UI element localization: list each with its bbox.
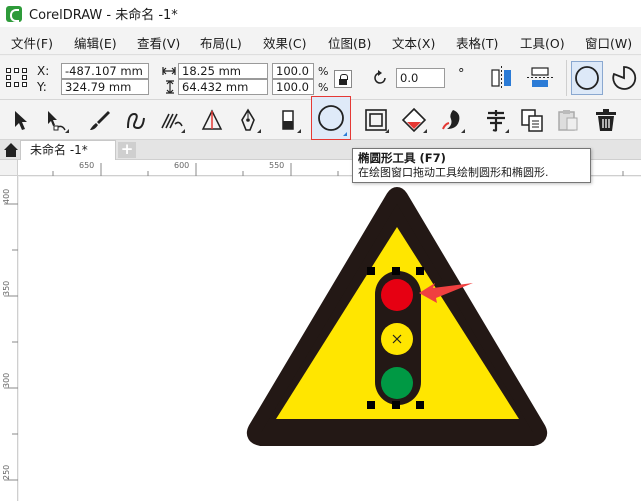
- menu-bitmaps[interactable]: 位图(B): [328, 33, 371, 52]
- shape-tool[interactable]: [40, 104, 72, 136]
- add-tab-button[interactable]: +: [118, 142, 136, 158]
- delete-tool[interactable]: [590, 104, 622, 136]
- menu-text[interactable]: 文本(X): [392, 33, 435, 52]
- property-bar: X: Y: -487.107 mm 324.79 mm 18.25 mm 64.…: [0, 56, 641, 100]
- mirror-vertical-icon[interactable]: [527, 66, 553, 90]
- ruler-origin[interactable]: [0, 160, 18, 176]
- drawing-canvas[interactable]: [19, 177, 641, 501]
- mirror-horizontal-icon[interactable]: [489, 66, 515, 90]
- ruler-v-label: 250: [2, 464, 11, 480]
- toolbox: [0, 96, 641, 140]
- ruler-h-label: 550: [269, 161, 285, 170]
- width-field[interactable]: 18.25 mm: [178, 63, 268, 79]
- vertical-ruler-ticks: [4, 203, 18, 481]
- ellipse-tool-tooltip: 椭圆形工具 (F7) 在绘图窗口拖动工具绘制圆形和椭圆形.: [352, 148, 591, 183]
- artistic-media-icon: [90, 111, 110, 130]
- copy-properties-icon: [521, 109, 543, 132]
- menu-edit[interactable]: 编辑(E): [74, 33, 117, 52]
- lock-ratio-icon[interactable]: [334, 70, 352, 88]
- traffic-sign-artwork: [246, 187, 548, 446]
- scale-width-field[interactable]: 100.0: [272, 63, 314, 79]
- menu-table[interactable]: 表格(T): [456, 33, 498, 52]
- home-icon[interactable]: [3, 142, 19, 158]
- height-field[interactable]: 64.432 mm: [178, 79, 268, 95]
- ruler-h-label: 650: [79, 161, 95, 170]
- ellipse-mode-button[interactable]: [571, 61, 603, 95]
- dimension-icon: [201, 109, 223, 130]
- pick-tool-icon: [15, 111, 27, 130]
- green-light[interactable]: [381, 367, 413, 399]
- menu-window[interactable]: 窗口(W): [585, 33, 632, 52]
- tab-document[interactable]: 未命名 -1*: [20, 140, 116, 160]
- ellipse-mode-icon: [575, 66, 599, 90]
- coreldraw-logo-icon: [6, 5, 22, 22]
- vertical-ruler[interactable]: 400 350 300 250: [0, 176, 18, 501]
- delete-icon: [596, 109, 616, 131]
- x-position-field[interactable]: -487.107 mm: [61, 63, 149, 79]
- scale-width-unit: %: [318, 65, 329, 78]
- eraser-tool[interactable]: [272, 104, 304, 136]
- copy-properties-tool[interactable]: [516, 104, 548, 136]
- menu-file[interactable]: 文件(F): [11, 33, 53, 52]
- y-position-field[interactable]: 324.79 mm: [61, 79, 149, 95]
- pen-tool[interactable]: [232, 104, 264, 136]
- shadow-tool[interactable]: [436, 104, 468, 136]
- dimension-tool[interactable]: [196, 104, 228, 136]
- window-title: CorelDRAW - 未命名 -1*: [29, 8, 178, 23]
- rectangle-frame-tool[interactable]: [360, 104, 392, 136]
- menu-layout[interactable]: 布局(L): [200, 33, 242, 52]
- freehand-tool[interactable]: [120, 104, 152, 136]
- red-light[interactable]: [381, 279, 413, 311]
- interactive-fill-tool[interactable]: [398, 104, 430, 136]
- ruler-v-label: 350: [2, 280, 11, 296]
- degree-symbol: °: [458, 67, 465, 82]
- artistic-media-tool[interactable]: [84, 104, 116, 136]
- rotate-icon: [374, 70, 386, 84]
- scale-height-unit: %: [318, 81, 329, 94]
- x-label: X:: [37, 64, 50, 78]
- ruler-v-label: 400: [2, 188, 11, 204]
- ruler-v-label: 300: [2, 372, 11, 388]
- menu-bar: 文件(F) 编辑(E) 查看(V) 布局(L) 效果(C) 位图(B) 文本(X…: [0, 27, 641, 55]
- scale-height-field[interactable]: 100.0: [272, 79, 314, 95]
- smart-fill-tool[interactable]: [156, 104, 188, 136]
- freehand-icon: [127, 112, 145, 130]
- ruler-h-label: 600: [174, 161, 190, 170]
- paste-icon: [558, 110, 578, 131]
- tooltip-title: 椭圆形工具 (F7): [358, 151, 446, 165]
- object-origin-icon[interactable]: [6, 68, 28, 88]
- pick-tool[interactable]: [4, 104, 36, 136]
- ellipse-tool[interactable]: [311, 96, 351, 140]
- text-tool[interactable]: [480, 104, 512, 136]
- width-arrow-icon: [162, 67, 176, 75]
- menu-effects[interactable]: 效果(C): [263, 33, 306, 52]
- ellipse-tool-icon: [318, 105, 344, 131]
- paste-tool[interactable]: [552, 104, 584, 136]
- menu-view[interactable]: 查看(V): [137, 33, 180, 52]
- height-arrow-icon: [166, 80, 174, 94]
- pie-mode-icon[interactable]: [608, 61, 640, 95]
- rotation-field[interactable]: 0.0: [396, 68, 445, 88]
- title-bar: CorelDRAW - 未命名 -1*: [0, 0, 641, 27]
- y-label: Y:: [37, 80, 47, 94]
- menu-tools[interactable]: 工具(O): [520, 33, 565, 52]
- tooltip-description: 在绘图窗口拖动工具绘制圆形和椭圆形.: [358, 166, 549, 179]
